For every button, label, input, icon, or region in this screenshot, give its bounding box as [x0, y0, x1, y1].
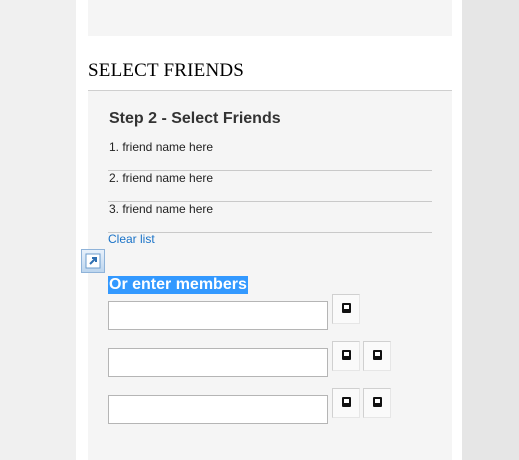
- square-icon: [342, 397, 351, 407]
- step-heading: Step 2 - Select Friends: [109, 110, 281, 127]
- top-panel: [88, 0, 452, 36]
- square-icon: [342, 303, 351, 313]
- member-input[interactable]: [108, 348, 328, 377]
- member-input[interactable]: [108, 395, 328, 424]
- member-button[interactable]: [332, 341, 360, 371]
- member-button[interactable]: [363, 388, 391, 418]
- friend-list-item[interactable]: 2. friend name here: [108, 170, 432, 202]
- friend-name: 2. friend name here: [109, 171, 214, 185]
- square-icon: [373, 397, 382, 407]
- friend-list-item[interactable]: 1. friend name here: [108, 139, 432, 171]
- member-button[interactable]: [332, 388, 360, 418]
- square-icon: [342, 350, 351, 360]
- or-enter-members-label: Or enter members: [108, 276, 248, 294]
- friend-name: 3. friend name here: [109, 202, 214, 216]
- friend-name: 1. friend name here: [109, 140, 214, 154]
- section-title: SELECT FRIENDS: [88, 60, 245, 81]
- right-scroll-area: [462, 0, 519, 460]
- friend-list-item[interactable]: 3. friend name here: [108, 201, 432, 233]
- square-icon: [373, 350, 382, 360]
- popout-arrow-icon[interactable]: [81, 249, 105, 273]
- popout-arrow-glyph: [85, 253, 101, 269]
- member-button[interactable]: [363, 341, 391, 371]
- member-input[interactable]: [108, 301, 328, 330]
- clear-list-link[interactable]: Clear list: [108, 232, 155, 246]
- member-button[interactable]: [332, 294, 360, 324]
